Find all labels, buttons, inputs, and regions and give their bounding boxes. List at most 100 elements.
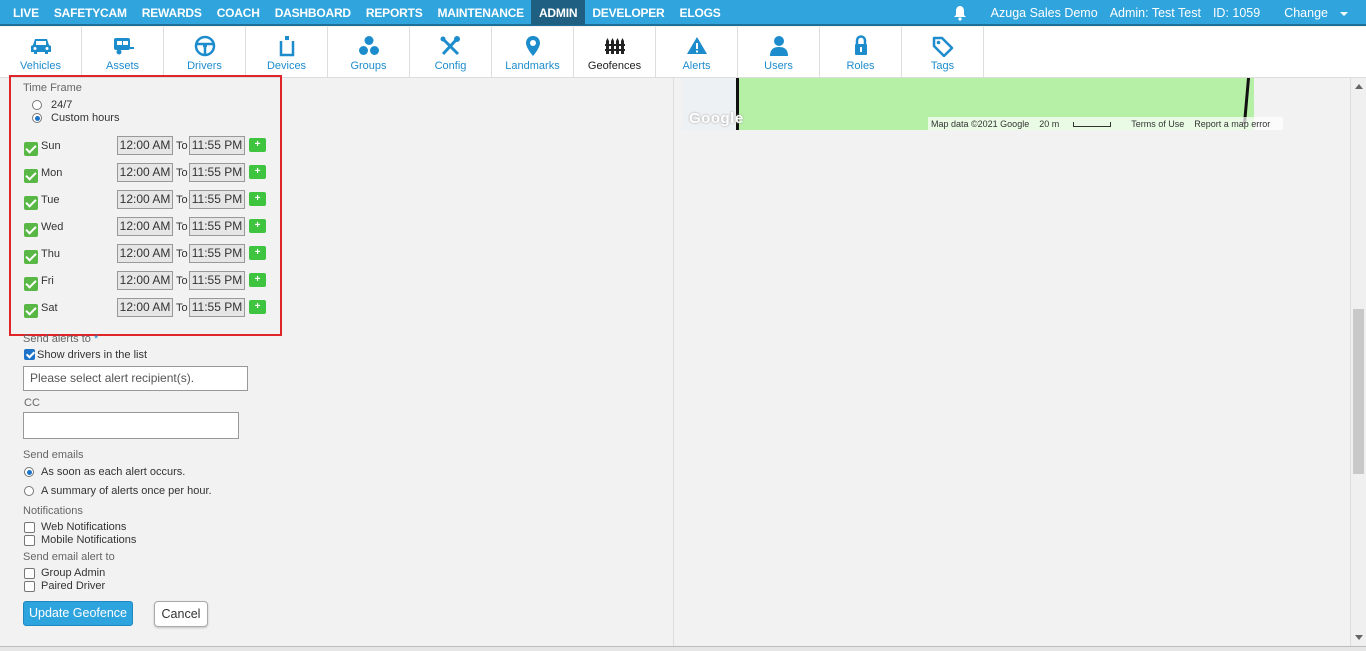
tool-roles[interactable]: Roles [820, 27, 902, 78]
day-label: Mon [41, 167, 63, 179]
day-checkbox[interactable] [24, 277, 38, 291]
scroll-thumb[interactable] [1353, 309, 1364, 474]
from-time-select[interactable]: 12:00 AM [117, 217, 173, 236]
day-checkbox[interactable] [24, 304, 38, 318]
nav-admin[interactable]: ADMIN [531, 0, 585, 25]
paired-driver-checkbox[interactable] [24, 581, 35, 592]
mobile-notifications-label: Mobile Notifications [41, 534, 137, 546]
nav-safetycam[interactable]: SAFETYCAM [46, 0, 134, 25]
to-time-select[interactable]: 11:55 PM [189, 217, 245, 236]
day-checkbox[interactable] [24, 250, 38, 264]
to-time-select[interactable]: 11:55 PM [189, 271, 245, 290]
tool-drivers[interactable]: Drivers [164, 27, 246, 78]
page-scrollbar[interactable] [1350, 78, 1366, 646]
time-frame-label: Time Frame [23, 82, 82, 94]
tag-icon [932, 36, 953, 57]
tool-users[interactable]: Users [738, 27, 820, 78]
tool-assets[interactable]: Assets [82, 27, 164, 78]
from-time-select[interactable]: 12:00 AM [117, 244, 173, 263]
from-time-select[interactable]: 12:00 AM [117, 163, 173, 182]
web-notifications-checkbox[interactable] [24, 522, 35, 533]
alert-recipients-input[interactable]: Please select alert recipient(s). [23, 366, 248, 391]
tool-config[interactable]: Config [410, 27, 492, 78]
from-time-select[interactable]: 12:00 AM [117, 298, 173, 317]
radio-24-7[interactable] [32, 100, 42, 110]
map-report-link[interactable]: Report a map error [1194, 119, 1270, 129]
email-summary-radio[interactable] [24, 486, 34, 496]
nav-developer[interactable]: DEVELOPER [585, 0, 672, 25]
send-email-alert-to-label: Send email alert to [23, 551, 115, 563]
show-drivers-label: Show drivers in the list [37, 349, 148, 361]
nav-live[interactable]: LIVE [0, 0, 46, 25]
email-immediate-label: As soon as each alert occurs. [41, 466, 186, 478]
send-alerts-to-label: Send alerts to * [23, 333, 98, 345]
nav-coach[interactable]: COACH [209, 0, 267, 25]
tool-alerts[interactable]: Alerts [656, 27, 738, 78]
from-time-select[interactable]: 12:00 AM [117, 271, 173, 290]
nav-elogs[interactable]: ELOGS [672, 0, 728, 25]
radio-24-7-label: 24/7 [51, 99, 73, 111]
day-checkbox[interactable] [24, 142, 38, 156]
add-time-button[interactable]: + [249, 246, 266, 260]
email-immediate-radio[interactable] [24, 467, 34, 477]
add-time-button[interactable]: + [249, 165, 266, 179]
tool-groups[interactable]: Groups [328, 27, 410, 78]
send-alerts-to-text: Send alerts to [23, 333, 91, 345]
mobile-notifications-checkbox[interactable] [24, 535, 35, 546]
update-geofence-button[interactable]: Update Geofence [23, 601, 133, 626]
account-area: Azuga Sales Demo Admin: Test Test ID: 10… [953, 0, 1348, 26]
tool-tags[interactable]: Tags [902, 27, 984, 78]
tools-icon [440, 36, 460, 56]
tool-vehicles[interactable]: Vehicles [0, 27, 82, 78]
google-logo: Google [689, 110, 744, 127]
trailer-icon [113, 38, 134, 55]
change-dropdown[interactable]: Change [1272, 6, 1348, 20]
map-attribution: Map data ©2021 Google [931, 118, 1030, 129]
from-time-select[interactable]: 12:00 AM [117, 190, 173, 209]
tool-label: Geofences [587, 60, 642, 72]
to-time-select[interactable]: 11:55 PM [189, 244, 245, 263]
group-admin-checkbox[interactable] [24, 568, 35, 579]
car-icon [30, 39, 51, 54]
paired-driver-label: Paired Driver [41, 580, 106, 592]
tool-geofences[interactable]: Geofences [574, 27, 656, 78]
add-time-button[interactable]: + [249, 273, 266, 287]
day-checkbox[interactable] [24, 223, 38, 237]
add-time-button[interactable]: + [249, 300, 266, 314]
map-panel [674, 78, 1350, 646]
nav-maintenance[interactable]: MAINTENANCE [430, 0, 531, 25]
tool-devices[interactable]: Devices [246, 27, 328, 78]
web-notifications-label: Web Notifications [41, 521, 127, 533]
map-terms-link[interactable]: Terms of Use [1131, 119, 1184, 129]
account-id: ID: 1059 [1212, 6, 1261, 20]
day-checkbox[interactable] [24, 196, 38, 210]
day-checkbox[interactable] [24, 169, 38, 183]
notifications-label: Notifications [23, 505, 83, 517]
user-icon [769, 36, 788, 56]
cancel-button[interactable]: Cancel [154, 601, 208, 627]
nav-dashboard[interactable]: DASHBOARD [267, 0, 358, 25]
add-time-button[interactable]: + [249, 138, 266, 152]
add-time-button[interactable]: + [249, 219, 266, 233]
radio-custom-hours[interactable] [32, 113, 42, 123]
add-time-button[interactable]: + [249, 192, 266, 206]
to-time-select[interactable]: 11:55 PM [189, 190, 245, 209]
bell-icon[interactable] [953, 5, 967, 21]
tool-label: Config [434, 60, 467, 72]
scroll-up-icon[interactable] [1355, 84, 1363, 89]
to-time-select[interactable]: 11:55 PM [189, 136, 245, 155]
to-time-select[interactable]: 11:55 PM [189, 163, 245, 182]
tool-label: Tags [930, 60, 955, 72]
scroll-down-icon[interactable] [1355, 635, 1363, 640]
day-label: Wed [41, 221, 64, 233]
nav-rewards[interactable]: REWARDS [134, 0, 209, 25]
tool-landmarks[interactable]: Landmarks [492, 27, 574, 78]
group-admin-label: Group Admin [41, 567, 106, 579]
to-time-select[interactable]: 11:55 PM [189, 298, 245, 317]
nav-reports[interactable]: REPORTS [358, 0, 430, 25]
cc-input[interactable] [23, 412, 239, 439]
to-label: To [176, 194, 188, 206]
show-drivers-checkbox[interactable] [24, 349, 35, 360]
radio-custom-hours-label: Custom hours [51, 112, 120, 124]
from-time-select[interactable]: 12:00 AM [117, 136, 173, 155]
